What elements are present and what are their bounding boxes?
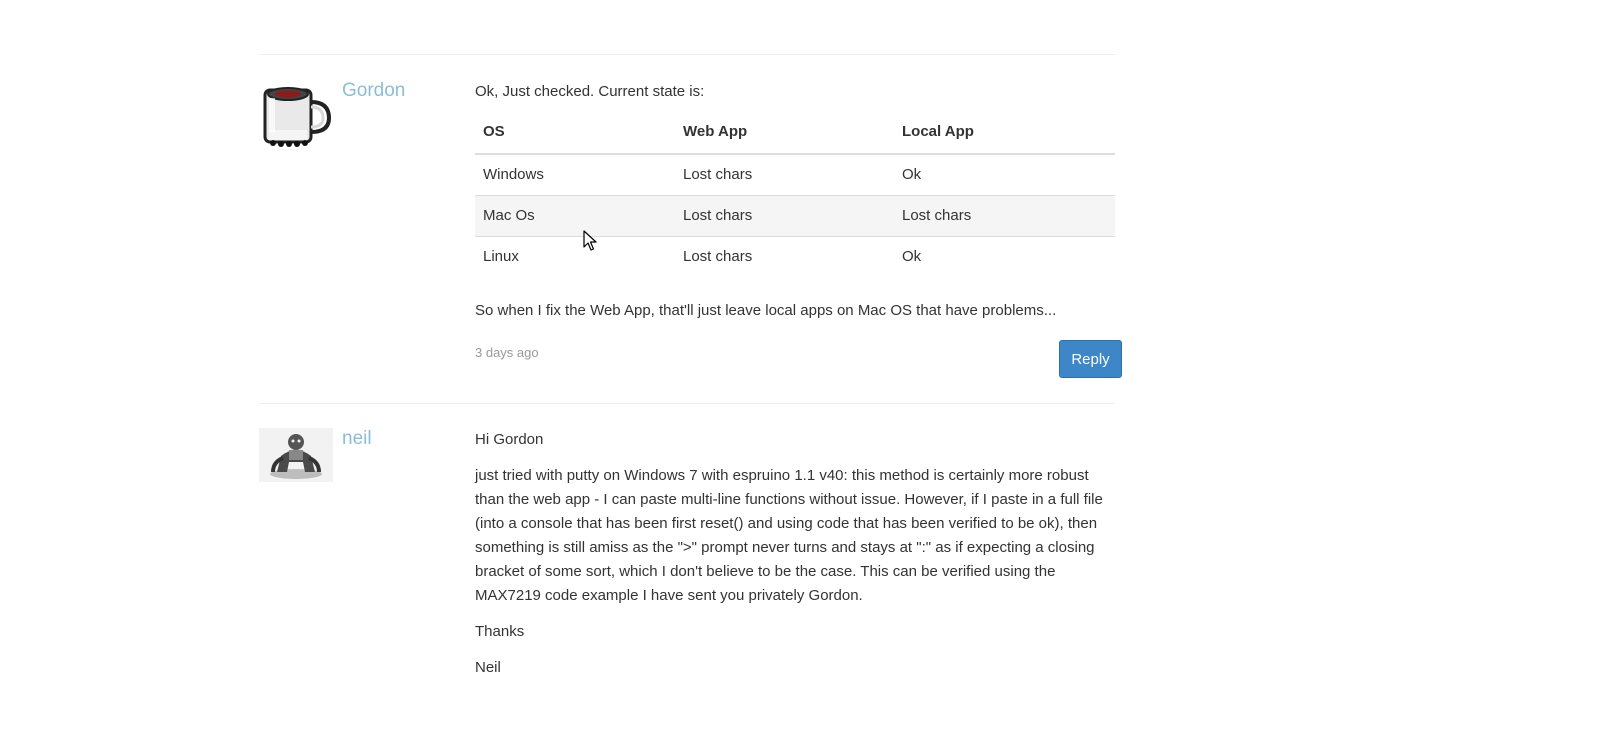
author-link-gordon[interactable]: Gordon — [342, 80, 405, 102]
post-body-gordon: Ok, Just checked. Current state is: OS W… — [475, 80, 1115, 323]
column-header: Local App — [894, 112, 1115, 155]
post-divider — [259, 403, 1115, 404]
mouse-cursor-icon — [583, 230, 597, 252]
table-row: Mac Os Lost chars Lost chars — [475, 195, 1115, 237]
table-header-row: OS Web App Local App — [475, 112, 1115, 155]
state-table: OS Web App Local App Windows Lost chars … — [475, 112, 1115, 277]
table-cell: Linux — [475, 236, 675, 277]
post-paragraph: Neil — [475, 659, 501, 676]
table-cell: Lost chars — [675, 195, 894, 237]
post-timestamp[interactable]: 3 days ago — [475, 345, 539, 360]
table-row: Linux Lost chars Ok — [475, 236, 1115, 277]
post-paragraph: Thanks — [475, 623, 525, 640]
post-intro: Ok, Just checked. Current state is: — [475, 83, 705, 100]
table-cell: Lost chars — [894, 195, 1115, 237]
author-link-neil[interactable]: neil — [342, 428, 372, 450]
post-gordon: Gordon Ok, Just checked. Current state i… — [259, 80, 1122, 380]
column-header: OS — [475, 112, 675, 155]
ape-figure-icon[interactable] — [259, 428, 333, 482]
post-paragraph: Hi Gordon — [475, 431, 544, 448]
table-cell: Lost chars — [675, 236, 894, 277]
post-body-neil: Hi Gordon just tried with putty on Windo… — [475, 428, 1115, 692]
post-divider-top — [259, 54, 1115, 55]
reply-button[interactable]: Reply — [1059, 340, 1122, 378]
table-row: Windows Lost chars Ok — [475, 154, 1115, 196]
post-paragraph: just tried with putty on Windows 7 with … — [475, 467, 1103, 604]
table-cell: Mac Os — [475, 195, 675, 237]
table-cell: Ok — [902, 166, 922, 183]
post-neil: neil Hi Gordon just tried with putty on … — [259, 428, 1115, 728]
coffee-mug-icon[interactable] — [259, 80, 333, 154]
table-cell: Ok — [894, 236, 1115, 277]
column-header: Web App — [675, 112, 894, 155]
table-cell: Windows — [483, 166, 544, 183]
table-cell: Lost chars — [683, 166, 753, 183]
post-outro: So when I fix the Web App, that'll just … — [475, 302, 1057, 319]
